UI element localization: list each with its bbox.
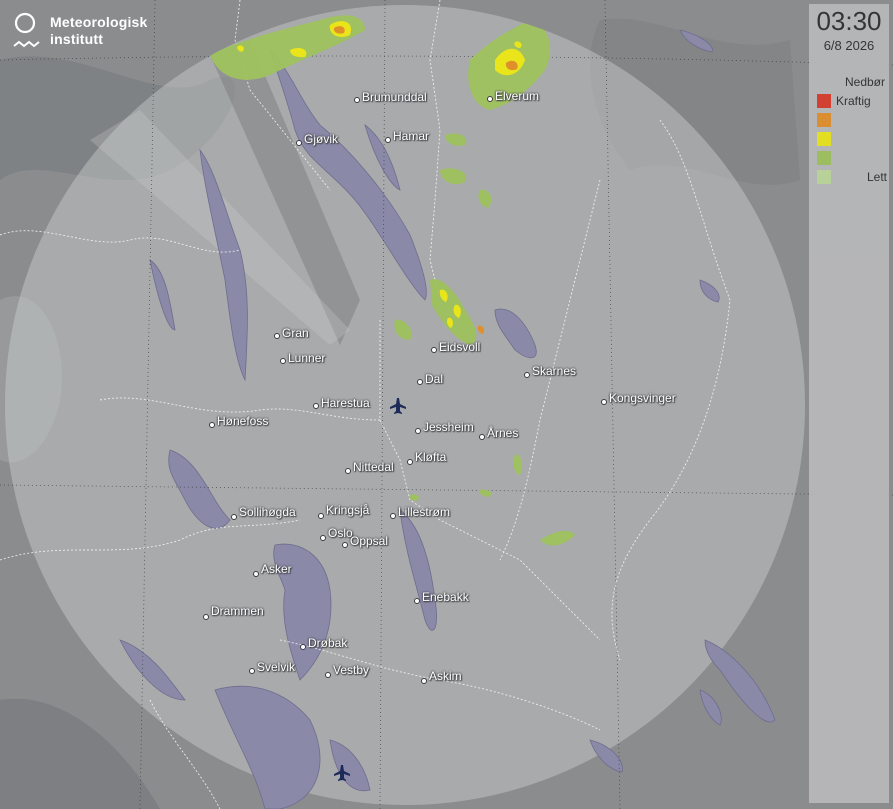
place-label: Skarnes (524, 364, 576, 378)
place-label: Asker (253, 562, 292, 577)
legend-swatch (817, 132, 831, 146)
place-label: Gjøvik (296, 132, 338, 146)
place-label: Lunner (280, 351, 325, 365)
place-label: Drøbak (300, 636, 347, 650)
place-label: Dal (417, 372, 443, 386)
place-label: Jessheim (415, 420, 474, 434)
place-label: Hamar (385, 129, 429, 143)
legend-item (817, 113, 887, 127)
place-label: Sollihøgda (231, 505, 296, 520)
legend-title: Nedbør (844, 75, 885, 89)
legend-label: Lett (866, 170, 887, 184)
place-label: Harestua (313, 396, 370, 410)
met-logo[interactable]: Meteorologisk institutt (12, 12, 162, 56)
place-label: Lillestrøm (390, 505, 450, 519)
legend-item (817, 151, 887, 165)
legend-label: Kraftig (836, 94, 871, 108)
legend-panel: 03:30 6/8 2026 Nedbør Kraftig Lett (809, 4, 889, 803)
place-label: Gran (274, 326, 309, 340)
brand-line-2: institutt (50, 31, 104, 47)
legend-swatch (817, 170, 831, 184)
place-label: Kløfta (407, 450, 446, 465)
legend-swatch (817, 113, 831, 127)
place-label: Enebakk (414, 590, 469, 604)
place-label: Hønefoss (209, 414, 268, 428)
met-logo-icon (13, 12, 40, 48)
legend-item: Kraftig (817, 94, 887, 108)
place-label: Elverum (487, 89, 539, 103)
date-display: 6/8 2026 (823, 38, 875, 53)
map-base (0, 0, 893, 809)
radar-map[interactable]: Meteorologisk institutt Brumunddal Elver… (0, 0, 893, 809)
legend-swatch (817, 151, 831, 165)
place-label: Brumunddal (354, 90, 427, 104)
place-label: Askim (421, 669, 462, 684)
place-label: Vestby (325, 663, 369, 678)
place-label: Drammen (203, 604, 264, 620)
time-display: 03:30 (816, 6, 882, 36)
legend-item (817, 132, 887, 146)
place-label: Nittedal (345, 460, 394, 474)
place-label: Oppsal (342, 534, 388, 548)
place-label: Årnes (479, 426, 518, 440)
brand-line-1: Meteorologisk (50, 14, 148, 30)
legend-item: Lett (817, 170, 887, 184)
place-label: Eidsvoll (431, 340, 480, 354)
place-label: Kongsvinger (601, 391, 676, 405)
legend-swatch (817, 94, 831, 108)
place-label: Kringsjå (318, 503, 369, 519)
place-label: Svelvik (249, 660, 295, 674)
